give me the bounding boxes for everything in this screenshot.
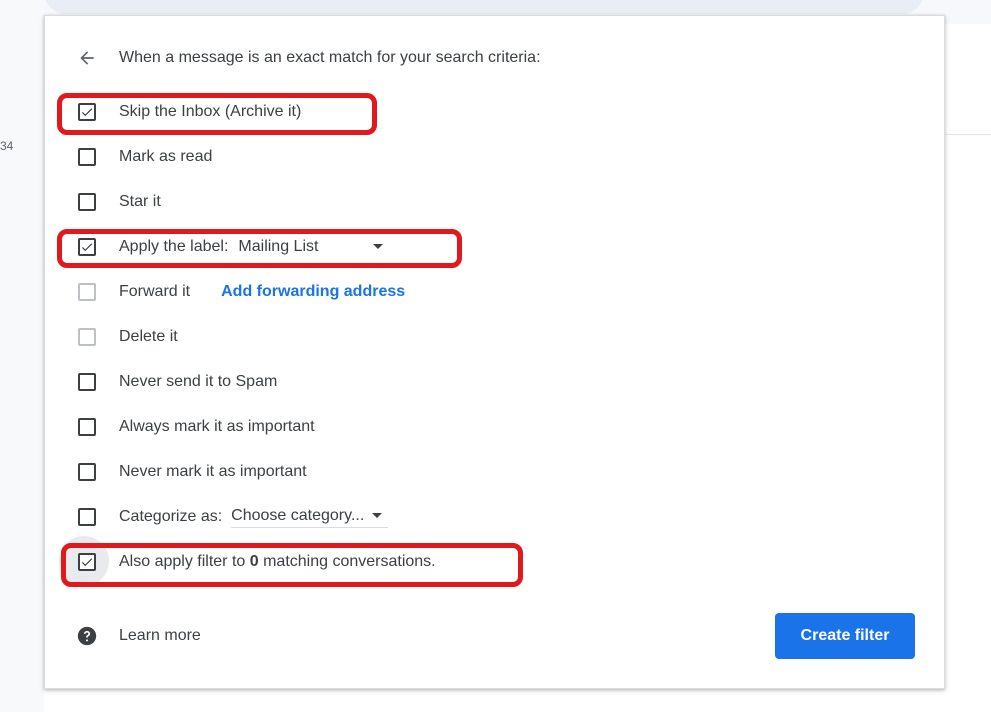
caret-down-icon <box>372 513 383 518</box>
always-important-label: Always mark it as important <box>119 418 315 435</box>
never-spam-checkbox[interactable] <box>75 370 99 394</box>
delete-label: Delete it <box>119 328 178 345</box>
delete-checkbox[interactable] <box>75 325 99 349</box>
checkbox-box <box>78 463 96 481</box>
filter-dialog: When a message is an exact match for you… <box>44 15 945 689</box>
caret-down-icon <box>373 244 384 249</box>
checkbox-box <box>78 373 96 391</box>
star-label: Star it <box>119 193 161 210</box>
star-checkbox[interactable] <box>75 190 99 214</box>
always-important-checkbox[interactable] <box>75 415 99 439</box>
side-count-text: 34 <box>0 139 14 153</box>
check-icon <box>81 108 93 117</box>
check-icon <box>81 558 93 567</box>
option-never-important[interactable]: Never mark it as important <box>75 458 307 486</box>
category-select[interactable]: Choose category... <box>231 506 389 528</box>
option-always-important[interactable]: Always mark it as important <box>75 413 315 441</box>
dialog-header: When a message is an exact match for you… <box>75 46 541 70</box>
option-mark-read[interactable]: Mark as read <box>75 143 212 171</box>
left-panel-background <box>0 0 44 712</box>
option-skip-inbox[interactable]: Skip the Inbox (Archive it) <box>75 98 301 126</box>
matching-count: 0 <box>249 553 259 570</box>
checkbox-box <box>78 148 96 166</box>
skip-inbox-checkbox[interactable] <box>75 100 99 124</box>
mark-read-checkbox[interactable] <box>75 145 99 169</box>
option-delete[interactable]: Delete it <box>75 323 178 351</box>
categorize-label: Categorize as: <box>119 508 223 525</box>
category-select-value: Choose category... <box>231 506 365 524</box>
never-spam-label: Never send it to Spam <box>119 373 278 390</box>
help-circle-icon <box>75 624 99 648</box>
forward-label: Forward it <box>119 283 191 300</box>
add-forwarding-address-link[interactable]: Add forwarding address <box>221 283 405 301</box>
label-select-value: Mailing List <box>238 237 319 255</box>
skip-inbox-label: Skip the Inbox (Archive it) <box>119 103 302 120</box>
checkbox-box <box>78 508 96 526</box>
option-also-apply[interactable]: Also apply filter to 0 matching conversa… <box>59 536 436 586</box>
checkbox-box <box>78 418 96 436</box>
option-star[interactable]: Star it <box>75 188 161 216</box>
label-select[interactable]: Mailing List <box>238 237 384 257</box>
checkbox-box <box>78 238 96 256</box>
option-forward[interactable]: Forward it Add forwarding address <box>75 278 405 306</box>
checkbox-box <box>78 103 96 121</box>
categorize-checkbox[interactable] <box>75 505 99 529</box>
search-bar-background <box>44 0 924 14</box>
mark-read-label: Mark as read <box>119 148 213 165</box>
also-apply-text-before: Also apply filter to <box>119 553 250 570</box>
also-apply-text-after: matching conversations. <box>258 553 436 570</box>
check-icon <box>81 243 93 252</box>
learn-more-link[interactable]: Learn more <box>119 627 201 645</box>
checkbox-box <box>78 328 96 346</box>
option-apply-label[interactable]: Apply the label: Mailing List <box>75 233 384 261</box>
create-filter-button[interactable]: Create filter <box>775 613 915 659</box>
forward-checkbox[interactable] <box>75 280 99 304</box>
right-panel-background <box>944 24 991 135</box>
checkbox-box <box>78 193 96 211</box>
learn-more-row[interactable]: Learn more <box>75 624 201 648</box>
apply-label-label: Apply the label: <box>119 238 229 255</box>
never-important-checkbox[interactable] <box>75 460 99 484</box>
also-apply-label: Also apply filter to 0 matching conversa… <box>119 553 436 571</box>
apply-label-checkbox[interactable] <box>75 235 99 259</box>
option-categorize[interactable]: Categorize as: Choose category... <box>75 503 389 531</box>
option-never-spam[interactable]: Never send it to Spam <box>75 368 277 396</box>
also-apply-checkbox[interactable] <box>59 536 109 586</box>
arrow-back-icon[interactable] <box>75 46 99 70</box>
checkbox-box <box>78 553 96 571</box>
header-text: When a message is an exact match for you… <box>119 49 541 66</box>
checkbox-box <box>78 283 96 301</box>
never-important-label: Never mark it as important <box>119 463 307 480</box>
